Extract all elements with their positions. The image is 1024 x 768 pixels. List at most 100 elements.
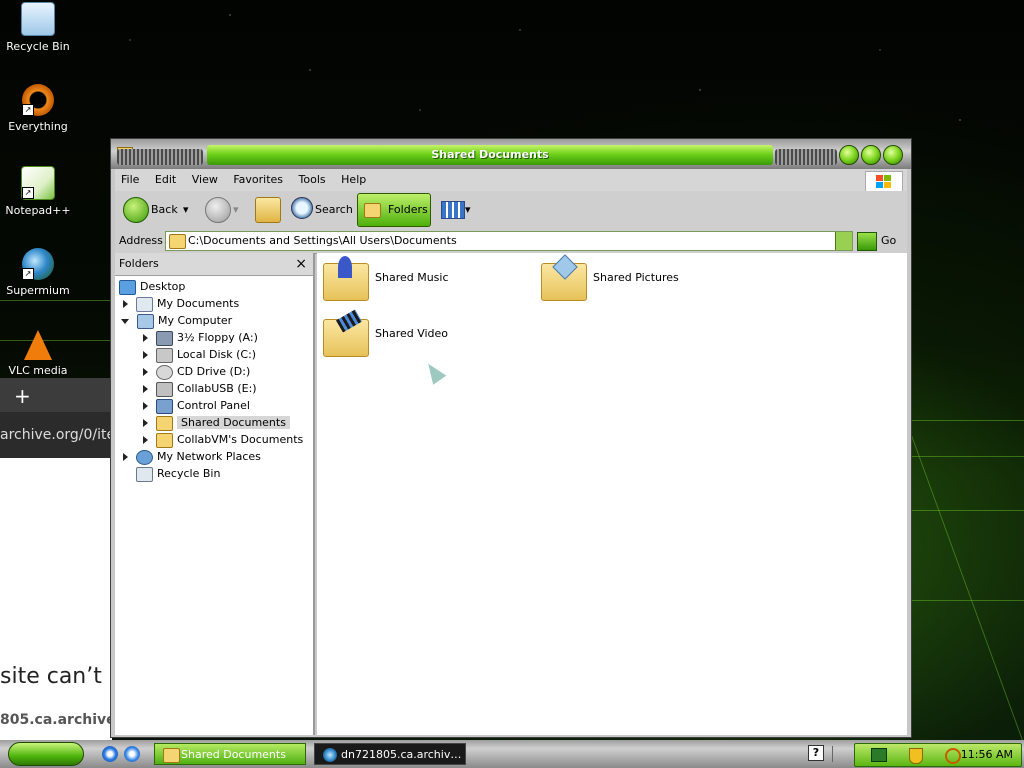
tree-item-recycle-bin[interactable]: Recycle Bin — [136, 465, 220, 482]
tree-item-my-documents[interactable]: My Documents — [123, 295, 239, 312]
expand-icon[interactable] — [143, 419, 148, 427]
task-label: Shared Documents — [181, 748, 286, 761]
go-arrow-icon[interactable] — [857, 232, 877, 251]
windows-logo-icon — [865, 171, 903, 193]
shortcut-arrow-icon: ↗ — [22, 268, 34, 280]
tree-item-my-network-places[interactable]: My Network Places — [123, 448, 261, 465]
network-tray-icon[interactable] — [871, 748, 887, 762]
tree-item-label: My Documents — [157, 297, 240, 310]
tree-item-label: Local Disk (C:) — [177, 348, 257, 361]
tree-item-local-disk[interactable]: Local Disk (C:) — [143, 346, 256, 363]
desktop-icon-notepadpp[interactable]: ↗ Notepad++ — [0, 166, 76, 217]
collapse-icon[interactable] — [121, 318, 129, 324]
expand-icon[interactable] — [143, 368, 148, 376]
folder-icon — [169, 234, 186, 249]
expand-icon[interactable] — [143, 436, 148, 444]
close-button[interactable] — [883, 145, 903, 165]
content-item-shared-video[interactable]: Shared Video — [323, 309, 523, 359]
desktop-icon-everything[interactable]: ↗ Everything — [0, 84, 76, 133]
tree-item-my-computer[interactable]: My Computer — [121, 312, 232, 329]
desktop-icon-recycle-bin[interactable]: Recycle Bin — [0, 2, 76, 53]
tree-item-label: Shared Documents — [177, 416, 290, 429]
menu-favorites[interactable]: Favorites — [227, 169, 289, 191]
tree-item-label: CD Drive (D:) — [177, 365, 251, 378]
back-button[interactable]: Back — [151, 195, 178, 225]
address-input[interactable]: C:\Documents and Settings\All Users\Docu… — [165, 231, 853, 251]
desktop-icon-supermium[interactable]: ↗ Supermium — [0, 248, 76, 297]
forward-arrow-icon[interactable] — [205, 197, 231, 223]
new-tab-button[interactable]: + — [14, 384, 31, 408]
views-dropdown-icon[interactable]: ▾ — [465, 195, 471, 225]
desktop-grid-line — [0, 300, 110, 301]
search-icon[interactable] — [291, 197, 313, 219]
up-folder-icon[interactable] — [255, 197, 281, 223]
desktop-grid-line — [906, 600, 1024, 601]
desktop-icon-label: Supermium — [6, 284, 70, 297]
views-icon[interactable] — [441, 201, 465, 219]
maximize-button[interactable] — [861, 145, 881, 165]
tree-item-control-panel[interactable]: Control Panel — [143, 397, 250, 414]
content-item-label: Shared Pictures — [593, 271, 679, 284]
back-dropdown-icon[interactable]: ▾ — [183, 195, 189, 225]
content-item-shared-pictures[interactable]: Shared Pictures — [541, 254, 741, 303]
tree-item-collabvm-documents[interactable]: CollabVM's Documents — [143, 431, 303, 448]
expand-icon[interactable] — [143, 334, 148, 342]
expand-icon[interactable] — [123, 453, 128, 461]
title-bar[interactable]: Shared Documents — [111, 139, 911, 169]
folder-icon — [156, 432, 173, 448]
toolbar: Back ▾ ▾ Search Folders ▾ — [115, 191, 907, 230]
shortcut-arrow-icon: ↗ — [22, 104, 34, 116]
menu-edit[interactable]: Edit — [149, 169, 182, 191]
desktop-icon-vlc[interactable]: VLC media — [0, 330, 76, 377]
network-places-icon — [136, 449, 153, 465]
content-pane: Shared Music Shared Pictures Shared Vide… — [317, 253, 907, 735]
internet-explorer-icon[interactable] — [102, 746, 118, 762]
background-browser-host: 805.ca.archive. — [0, 712, 112, 728]
start-button[interactable] — [8, 742, 84, 766]
address-dropdown-icon[interactable] — [835, 232, 852, 250]
system-tray: 11:56 AM — [854, 743, 1022, 767]
menu-file[interactable]: File — [115, 169, 145, 191]
content-item-label: Shared Music — [375, 271, 449, 284]
forward-dropdown-icon[interactable]: ▾ — [233, 195, 239, 225]
menu-view[interactable]: View — [186, 169, 224, 191]
clock[interactable]: 11:56 AM — [961, 744, 1013, 766]
task-label: dn721805.ca.archiv… — [341, 748, 462, 761]
help-icon[interactable]: ? — [808, 745, 824, 761]
close-icon[interactable]: × — [295, 253, 307, 275]
menu-tools[interactable]: Tools — [293, 169, 332, 191]
expand-icon[interactable] — [123, 300, 128, 308]
window-title: Shared Documents — [207, 145, 773, 165]
everything-icon: ↗ — [22, 84, 54, 116]
tree-item-shared-documents[interactable]: Shared Documents — [143, 414, 290, 431]
tray-expand-icon[interactable] — [832, 746, 843, 762]
tree-item-desktop[interactable]: Desktop — [119, 278, 185, 295]
task-shared-documents[interactable]: Shared Documents — [154, 743, 306, 765]
folders-toggle-button[interactable]: Folders — [357, 193, 431, 227]
content-item-shared-music[interactable]: Shared Music — [323, 255, 523, 303]
task-browser[interactable]: dn721805.ca.archiv… — [314, 743, 466, 765]
back-arrow-icon[interactable] — [123, 197, 149, 223]
search-button[interactable]: Search — [315, 195, 353, 225]
address-label: Address — [119, 234, 163, 247]
security-shield-icon[interactable] — [909, 748, 923, 764]
control-panel-icon — [156, 398, 173, 414]
minimize-button[interactable] — [839, 145, 859, 165]
desktop-grid-line — [906, 420, 1024, 421]
ie-alt-icon[interactable] — [124, 746, 140, 762]
usb-drive-icon — [156, 381, 173, 397]
go-button[interactable]: Go — [881, 229, 896, 253]
picture-icon — [552, 254, 578, 280]
expand-icon[interactable] — [143, 385, 148, 393]
tree-item-collabusb[interactable]: CollabUSB (E:) — [143, 380, 257, 397]
search-tray-icon[interactable] — [945, 748, 961, 764]
tree-item-label: My Computer — [158, 314, 233, 327]
background-browser-url[interactable]: archive.org/0/items/ — [0, 412, 112, 458]
tree-item-floppy[interactable]: 3½ Floppy (A:) — [143, 329, 258, 346]
expand-icon[interactable] — [143, 351, 148, 359]
menu-help[interactable]: Help — [335, 169, 372, 191]
tree-item-cd-drive[interactable]: CD Drive (D:) — [143, 363, 250, 380]
desktop-grid-line — [906, 510, 1024, 511]
expand-icon[interactable] — [143, 402, 148, 410]
tree-item-label: My Network Places — [157, 450, 261, 463]
